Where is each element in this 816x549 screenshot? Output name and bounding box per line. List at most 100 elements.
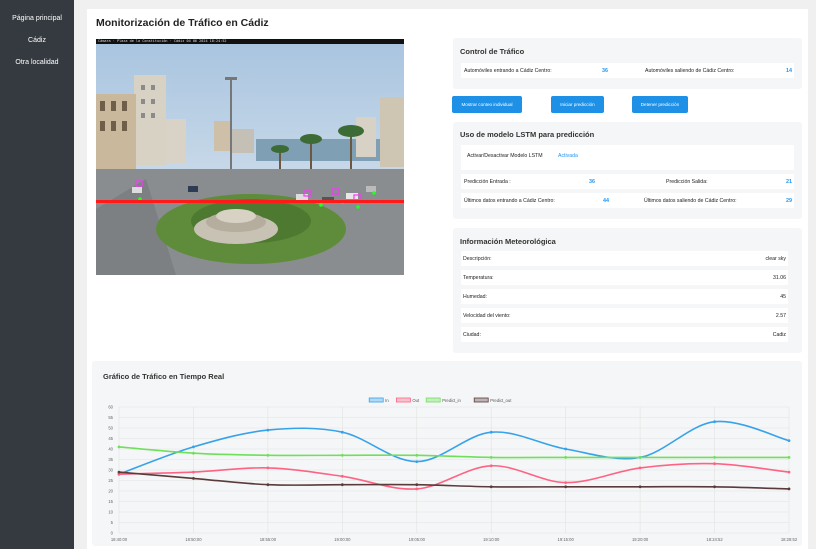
y-tick-label: 15 bbox=[108, 499, 113, 504]
y-tick-label: 25 bbox=[108, 478, 113, 483]
data-point-predict_out bbox=[415, 483, 419, 487]
cars-leaving-value: 14 bbox=[786, 68, 792, 74]
data-point-in bbox=[266, 428, 270, 432]
legend-label-predict_in: Predict_in bbox=[442, 398, 461, 403]
lstm-card: Uso de modelo LSTM para predicción Activ… bbox=[453, 122, 802, 219]
data-point-out bbox=[489, 464, 493, 468]
x-tick-label: 19:00:00 bbox=[334, 537, 351, 542]
traffic-camera-feed: Cámara · Plaza de la Constitución · Cádi… bbox=[96, 39, 404, 275]
y-tick-label: 20 bbox=[108, 489, 113, 494]
prediction-out-value: 21 bbox=[786, 179, 792, 185]
x-tick-label: 18:40:00 bbox=[111, 537, 128, 542]
x-tick-label: 18:50:00 bbox=[185, 537, 202, 542]
x-tick-label: 19:10:00 bbox=[483, 537, 500, 542]
lstm-title: Uso de modelo LSTM para predicción bbox=[460, 130, 595, 139]
y-tick-label: 60 bbox=[108, 405, 113, 410]
data-point-in bbox=[340, 430, 344, 434]
weather-row-city: Ciudad: Cadiz bbox=[461, 327, 788, 342]
data-point-predict_out bbox=[192, 477, 195, 480]
weather-row-humidity: Humedad: 45 bbox=[461, 289, 788, 304]
data-point-in bbox=[415, 460, 419, 463]
data-point-predict_in bbox=[117, 445, 121, 449]
last-in-label: Últimos datos entrando a Cádiz Centro: bbox=[464, 198, 555, 204]
legend-swatch-out bbox=[395, 397, 411, 403]
prediction-out-label: Predicción Salida: bbox=[666, 179, 708, 185]
weather-row-wind: Velocidad del viento: 2.57 bbox=[461, 308, 788, 323]
sidebar: Página principal Cádiz Otra localidad bbox=[0, 0, 74, 549]
sidebar-item-cadiz[interactable]: Cádiz bbox=[0, 36, 74, 46]
data-point-predict_out bbox=[266, 483, 270, 487]
show-individual-count-button[interactable]: Mostrar conteo individual bbox=[452, 96, 522, 113]
data-point-out bbox=[713, 462, 716, 466]
camera-timestamp: Cámara · Plaza de la Constitución · Cádi… bbox=[96, 39, 404, 44]
weather-wind-label: Velocidad del viento: bbox=[463, 313, 511, 319]
legend-label-in: In bbox=[385, 398, 389, 403]
data-point-predict_out bbox=[564, 485, 568, 489]
data-point-in bbox=[489, 430, 493, 434]
lstm-toggle-label: Activar/Desactivar Modelo LSTM bbox=[467, 153, 543, 159]
weather-row-temperature: Temperatura: 31.06 bbox=[461, 270, 788, 285]
y-tick-label: 0 bbox=[111, 531, 114, 536]
legend-label-predict_out: Predict_out bbox=[490, 398, 512, 403]
data-point-predict_in bbox=[713, 456, 716, 459]
x-tick-label: 19:20:00 bbox=[632, 537, 649, 542]
last-out-label: Últimos datos saliendo de Cádiz Centro: bbox=[644, 198, 737, 204]
lstm-prediction-row bbox=[461, 174, 794, 189]
series-line-in bbox=[118, 420, 790, 475]
main-panel: Monitorización de Tráfico en Cádiz Cámar… bbox=[87, 9, 808, 549]
weather-row-description: Descripción: clear sky bbox=[461, 251, 788, 266]
data-point-out bbox=[564, 481, 568, 484]
data-point-predict_in bbox=[340, 453, 344, 457]
weather-city-value: Cadiz bbox=[772, 332, 786, 338]
data-point-predict_in bbox=[564, 456, 568, 459]
data-point-predict_out bbox=[489, 485, 493, 489]
traffic-chart-card: Gráfico de Tráfico en Tiempo Real 0 5 10 15… bbox=[92, 361, 802, 546]
lstm-toggle-state[interactable]: Activada bbox=[558, 153, 578, 159]
legend-swatch-predict_out bbox=[473, 397, 489, 403]
cars-entering-label: Automóviles entrando a Cádiz Centro: bbox=[464, 68, 552, 74]
weather-wind-value: 2.57 bbox=[775, 313, 786, 319]
traffic-line-chart: 0 5 10 15 20 25 30 35 40 45 50 55 60 18:40:00 18:50:00… bbox=[108, 397, 798, 542]
data-point-out bbox=[415, 487, 419, 491]
data-point-predict_out bbox=[713, 485, 716, 489]
weather-description-label: Descripción: bbox=[463, 256, 492, 262]
weather-title: Información Meteorológica bbox=[460, 237, 556, 246]
y-tick-label: 35 bbox=[108, 457, 113, 462]
page-title: Monitorización de Tráfico en Cádiz bbox=[96, 17, 269, 29]
data-point-out bbox=[266, 466, 270, 470]
cars-entering-value: 36 bbox=[602, 68, 608, 74]
start-prediction-button[interactable]: Iniciar predicción bbox=[551, 96, 604, 113]
camera-image bbox=[96, 39, 404, 275]
x-tick-label: 18:24:52 bbox=[706, 537, 723, 542]
data-point-predict_in bbox=[638, 456, 642, 459]
weather-temperature-label: Temperatura: bbox=[463, 275, 494, 281]
weather-humidity-label: Humedad: bbox=[463, 294, 487, 300]
data-point-predict_in bbox=[415, 453, 419, 457]
data-point-out bbox=[787, 470, 791, 474]
data-point-out bbox=[638, 466, 642, 470]
sidebar-item-other-location[interactable]: Otra localidad bbox=[0, 58, 74, 68]
legend-label-out: Out bbox=[412, 398, 420, 403]
legend-swatch-predict_in bbox=[425, 397, 441, 403]
data-point-out bbox=[340, 474, 344, 478]
weather-city-label: Ciudad: bbox=[463, 332, 481, 338]
y-tick-label: 55 bbox=[108, 415, 113, 420]
data-point-in bbox=[713, 420, 716, 424]
data-point-predict_in bbox=[489, 456, 493, 459]
data-point-in bbox=[192, 445, 195, 449]
data-point-predict_in bbox=[192, 451, 195, 455]
traffic-control-title: Control de Tráfico bbox=[460, 47, 525, 56]
y-tick-label: 45 bbox=[108, 436, 113, 441]
data-point-predict_in bbox=[787, 456, 791, 459]
weather-humidity-value: 45 bbox=[780, 294, 786, 300]
y-tick-label: 30 bbox=[108, 468, 113, 473]
data-point-predict_out bbox=[117, 470, 121, 474]
stop-prediction-button[interactable]: Detener predicción bbox=[632, 96, 688, 113]
sidebar-item-home[interactable]: Página principal bbox=[0, 14, 74, 24]
prediction-in-value: 36 bbox=[589, 179, 595, 185]
last-in-value: 44 bbox=[603, 198, 609, 204]
weather-temperature-value: 31.06 bbox=[773, 275, 786, 281]
prediction-in-label: Predicción Entrada : bbox=[464, 179, 511, 185]
x-tick-label: 18:55:00 bbox=[260, 537, 277, 542]
weather-card: Información Meteorológica Descripción: c… bbox=[453, 228, 802, 353]
